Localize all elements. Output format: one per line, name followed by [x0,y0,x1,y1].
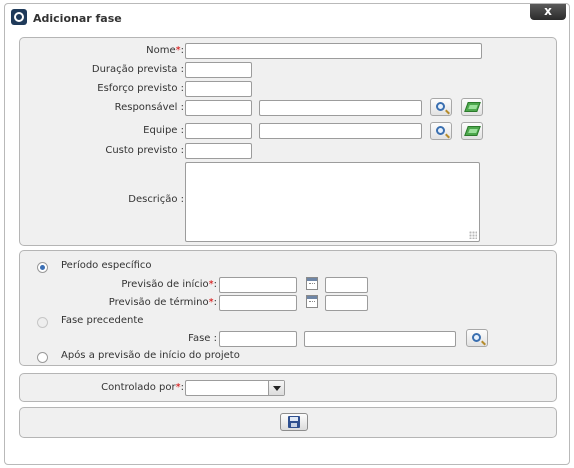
controlado-label: Controlado por*: [101,382,184,393]
controlado-label-text: Controlado por [101,382,176,393]
responsavel-search-button[interactable] [430,98,452,116]
equipe-label: Equipe : [143,125,184,136]
fase-code-input[interactable] [219,331,297,347]
esforco-input[interactable] [185,81,252,97]
equipe-search-button[interactable] [430,122,452,140]
nome-label: Nome*: [146,45,184,56]
radio-periodo-especifico-label: Período específico [61,260,152,271]
duracao-label: Duração prevista : [91,64,184,75]
custo-input[interactable] [185,143,252,159]
radio-apos-inicio-projeto-label: Após a previsão de início do projeto [61,350,240,361]
fase-search-button[interactable] [466,329,488,347]
esforco-label: Esforço previsto : [97,83,184,94]
duracao-input[interactable] [185,62,252,78]
descricao-textarea[interactable] [185,162,480,242]
dialog-title: Adicionar fase [33,12,122,25]
radio-fase-precedente-label: Fase precedente [61,315,144,326]
termino-date-input[interactable] [219,295,297,311]
termino-label: Previsão de término*: [109,297,217,308]
inicio-label: Previsão de início*: [121,279,217,290]
actions-panel [19,407,557,438]
dialog-titlebar: Adicionar fase x [5,4,569,32]
termino-label-text: Previsão de término [108,297,209,308]
nome-input[interactable] [185,43,482,59]
responsavel-label: Responsável : [114,102,184,113]
eraser-icon [464,126,481,136]
magnifier-icon [436,126,445,135]
period-panel: Período específico Previsão de início*: … [19,250,557,366]
equipe-code-input[interactable] [185,123,252,139]
resize-grip-icon[interactable] [469,231,477,239]
responsavel-code-input[interactable] [185,100,252,116]
close-button[interactable]: x [530,4,566,20]
magnifier-icon [436,102,445,111]
fase-name-input[interactable] [304,331,456,347]
termino-colon: : [213,297,217,308]
equipe-clear-button[interactable] [461,122,483,140]
calendar-icon[interactable] [306,277,318,290]
radio-periodo-especifico[interactable] [37,262,48,273]
controlado-select[interactable] [185,380,285,396]
equipe-name-input[interactable] [259,123,422,139]
phase-details-panel: Nome*: Duração prevista : Esforço previs… [19,37,557,246]
fase-label: Fase : [188,333,217,344]
nome-label-text: Nome [146,45,176,56]
add-phase-dialog: Adicionar fase x Nome*: Duração prevista… [4,3,570,465]
app-logo-icon [11,9,27,25]
chevron-down-icon[interactable] [268,381,284,395]
inicio-date-input[interactable] [219,277,297,293]
nome-colon: : [180,45,184,56]
radio-apos-inicio-projeto[interactable] [37,352,48,363]
inicio-colon: : [213,279,217,290]
inicio-time-input[interactable] [325,277,368,293]
control-panel: Controlado por*: [19,373,557,402]
eraser-icon [464,102,481,112]
save-button[interactable] [280,413,308,431]
termino-time-input[interactable] [325,295,368,311]
magnifier-icon [472,333,481,342]
calendar-icon[interactable] [306,295,318,308]
descricao-label: Descrição : [128,194,184,205]
custo-label: Custo previsto : [105,145,184,156]
controlado-colon: : [180,382,184,393]
responsavel-clear-button[interactable] [461,98,483,116]
responsavel-name-input[interactable] [259,100,422,116]
inicio-label-text: Previsão de início [121,279,209,290]
radio-fase-precedente[interactable] [37,317,48,328]
floppy-disk-icon [288,416,300,428]
